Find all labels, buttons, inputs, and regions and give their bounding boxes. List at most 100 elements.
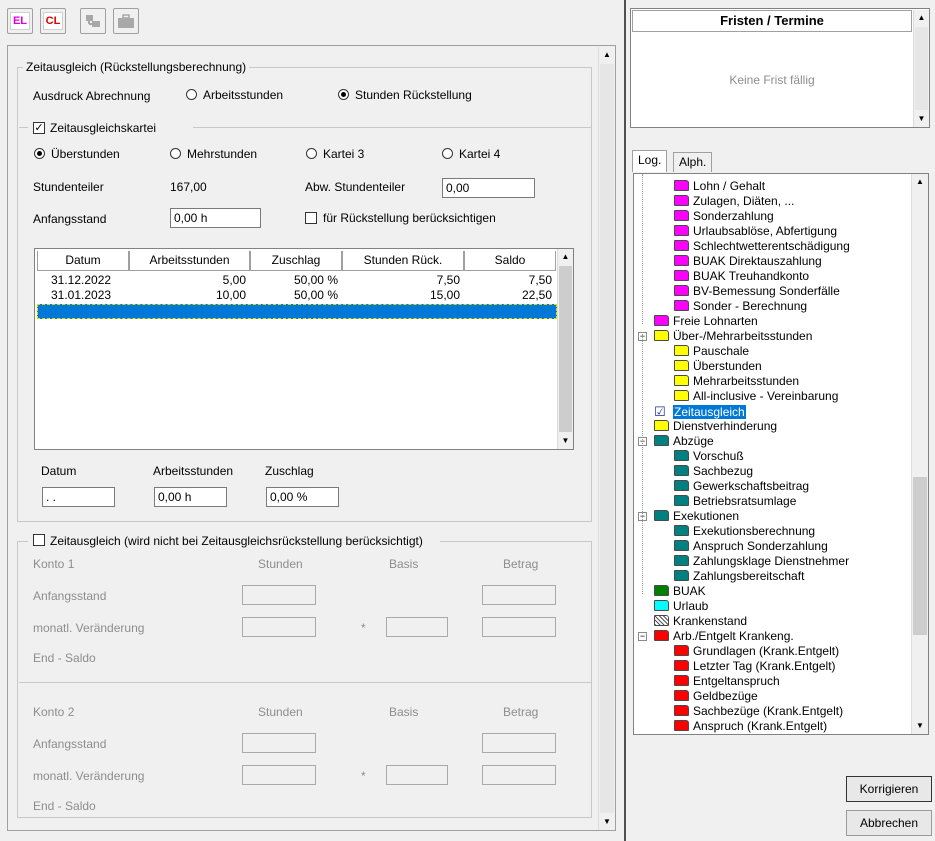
tree-item[interactable]: Letzter Tag (Krank.Entgelt) [674, 659, 836, 674]
tree-item[interactable]: Zulagen, Diäten, ... [674, 194, 794, 209]
fuer-rueckstellung-checkbox[interactable] [305, 212, 317, 224]
tree-item[interactable]: Arb./Entgelt Krankeng. [654, 629, 794, 644]
scroll-down-icon[interactable]: ▼ [912, 718, 928, 734]
tree-item[interactable]: Gewerkschaftsbeitrag [674, 479, 809, 494]
tree-item[interactable]: Anspruch Sonderzahlung [674, 539, 828, 554]
radio-mehrstunden[interactable] [170, 148, 181, 159]
tree-item[interactable]: Betriebsratsumlage [674, 494, 796, 509]
tree-item[interactable]: Entgeltanspruch [674, 674, 780, 689]
konto2-anfangsstand-stunden[interactable] [242, 733, 316, 753]
tree-item[interactable]: BV-Bemessung Sonderfälle [674, 284, 840, 299]
tree-scroll-thumb[interactable] [913, 477, 927, 635]
radio-kartei4[interactable] [442, 148, 453, 159]
tree-item[interactable]: BUAK Direktauszahlung [674, 254, 822, 269]
konto2-anfangsstand-betrag[interactable] [482, 733, 556, 753]
col-header-arbeitsstunden[interactable]: Arbeitsstunden [129, 251, 250, 271]
tree-item[interactable]: Sachbezug [674, 464, 753, 479]
briefcase-button[interactable] [113, 8, 139, 34]
konto1-veraenderung-basis[interactable] [386, 617, 448, 637]
tree-item[interactable]: Pauschale [674, 344, 749, 359]
scroll-down-icon[interactable]: ▼ [914, 111, 929, 127]
tree-item[interactable]: Krankenstand [654, 614, 747, 629]
konto1-anfangsstand-stunden[interactable] [242, 585, 316, 605]
tree-item[interactable]: Vorschuß [674, 449, 744, 464]
korrigieren-button[interactable]: Korrigieren [846, 776, 932, 802]
tree-item[interactable]: Zahlungsbereitschaft [674, 569, 804, 584]
scroll-up-icon[interactable]: ▲ [912, 174, 928, 190]
table-row-new-selected[interactable] [37, 304, 557, 319]
abw-stundenteiler-input[interactable]: 0,00 [442, 178, 535, 198]
fristen-scrollbar[interactable]: ▲ ▼ [913, 10, 929, 127]
tree-item[interactable]: Zahlungsklage Dienstnehmer [674, 554, 849, 569]
entry-zuschlag-input[interactable]: 0,00 % [266, 487, 339, 507]
tree-item[interactable]: Überstunden [674, 359, 762, 374]
tree-item-label: Zahlungsbereitschaft [693, 569, 805, 583]
kartei-checkbox[interactable]: ✓ [33, 122, 45, 134]
el-label: EL [10, 12, 30, 30]
table-scroll-thumb[interactable] [559, 266, 572, 432]
tree-item[interactable]: Lohn / Gehalt [674, 179, 765, 194]
scroll-up-icon[interactable]: ▲ [599, 47, 615, 63]
anfangsstand-input[interactable]: 0,00 h [170, 208, 261, 228]
konto1-anfangsstand-betrag[interactable] [482, 585, 556, 605]
col-header-zuschlag[interactable]: Zuschlag [250, 251, 342, 271]
tree-item[interactable]: All-inclusive - Vereinbarung [674, 389, 838, 404]
tree-item[interactable]: BUAK [654, 584, 706, 599]
entry-datum-input[interactable]: . . [42, 487, 115, 507]
col-header-stunden-rueck[interactable]: Stunden Rück. [342, 251, 464, 271]
kartei-table[interactable]: Datum Arbeitsstunden Zuschlag Stunden Rü… [34, 248, 574, 450]
scroll-down-icon[interactable]: ▼ [599, 814, 615, 830]
tree-scrollbar[interactable]: ▲ ▼ [911, 174, 928, 734]
tree-item[interactable]: BUAK Treuhandkonto [674, 269, 809, 284]
fristen-scroll-track[interactable] [915, 27, 928, 110]
konto2-veraenderung-betrag[interactable] [482, 765, 556, 785]
fristen-title[interactable]: Fristen / Termine [632, 10, 912, 32]
radio-kartei3[interactable] [306, 148, 317, 159]
tree-item[interactable]: Über-/Mehrarbeitsstunden [654, 329, 812, 344]
cell-saldo: 7,50 [528, 273, 552, 287]
radio-stunden-rueckstellung[interactable] [338, 89, 349, 100]
network-button[interactable] [80, 8, 106, 34]
tab-alph[interactable]: Alph. [673, 152, 713, 172]
radio-arbeitsstunden[interactable] [186, 89, 197, 100]
tree-item[interactable]: ☑ Zeitausgleich [654, 404, 746, 419]
abbrechen-button[interactable]: Abbrechen [846, 810, 932, 836]
scroll-up-icon[interactable]: ▲ [914, 10, 929, 26]
tree-item[interactable]: Anspruch (Krank.Entgelt) [674, 719, 827, 734]
tree-item[interactable]: Exekutionen [654, 509, 739, 524]
tree-item[interactable]: Mehrarbeitsstunden [674, 374, 799, 389]
cl-button[interactable]: CL [40, 8, 66, 34]
collapse-icon[interactable]: − [638, 632, 647, 641]
tree-item[interactable]: Sachbezüge (Krank.Entgelt) [674, 704, 843, 719]
splitter[interactable] [624, 0, 626, 841]
tree-item[interactable]: Schlechtwetterentschädigung [674, 239, 850, 254]
tree-item[interactable]: Dienstverhinderung [654, 419, 777, 434]
table-scrollbar[interactable]: ▲ ▼ [557, 249, 573, 449]
tree-item[interactable]: Exekutionsberechnung [674, 524, 815, 539]
scroll-up-icon[interactable]: ▲ [558, 249, 573, 265]
zeitausgleich-checkbox[interactable] [33, 534, 45, 546]
tree-item[interactable]: Sonder - Berechnung [674, 299, 807, 314]
tree-item[interactable]: Geldbezüge [674, 689, 758, 704]
entry-arbeitsstunden-input[interactable]: 0,00 h [154, 487, 227, 507]
tree-item[interactable]: Urlaub [654, 599, 708, 614]
col-header-datum[interactable]: Datum [37, 251, 129, 271]
tree-item[interactable]: Grundlagen (Krank.Entgelt) [674, 644, 839, 659]
lohnart-tree[interactable]: Lohn / Gehalt Zulagen, Diäten, ... Sonderz… [633, 173, 929, 735]
konto2-end-saldo-label: End - Saldo [33, 799, 96, 813]
scroll-track[interactable] [600, 64, 614, 813]
konto2-veraenderung-basis[interactable] [386, 765, 448, 785]
tree-item[interactable]: Sonderzahlung [674, 209, 774, 224]
tree-item[interactable]: Urlaubsablöse, Abfertigung [674, 224, 837, 239]
tree-item[interactable]: Freie Lohnarten [654, 314, 758, 329]
tab-log[interactable]: Log. [632, 150, 668, 172]
el-button[interactable]: EL [7, 8, 33, 34]
left-scrollbar[interactable]: ▲ ▼ [598, 47, 615, 830]
konto1-veraenderung-stunden[interactable] [242, 617, 316, 637]
konto1-veraenderung-betrag[interactable] [482, 617, 556, 637]
scroll-down-icon[interactable]: ▼ [558, 433, 573, 449]
konto2-veraenderung-stunden[interactable] [242, 765, 316, 785]
radio-ueberstunden[interactable] [34, 148, 45, 159]
tree-item[interactable]: Abzüge [654, 434, 714, 449]
col-header-saldo[interactable]: Saldo [464, 251, 556, 271]
